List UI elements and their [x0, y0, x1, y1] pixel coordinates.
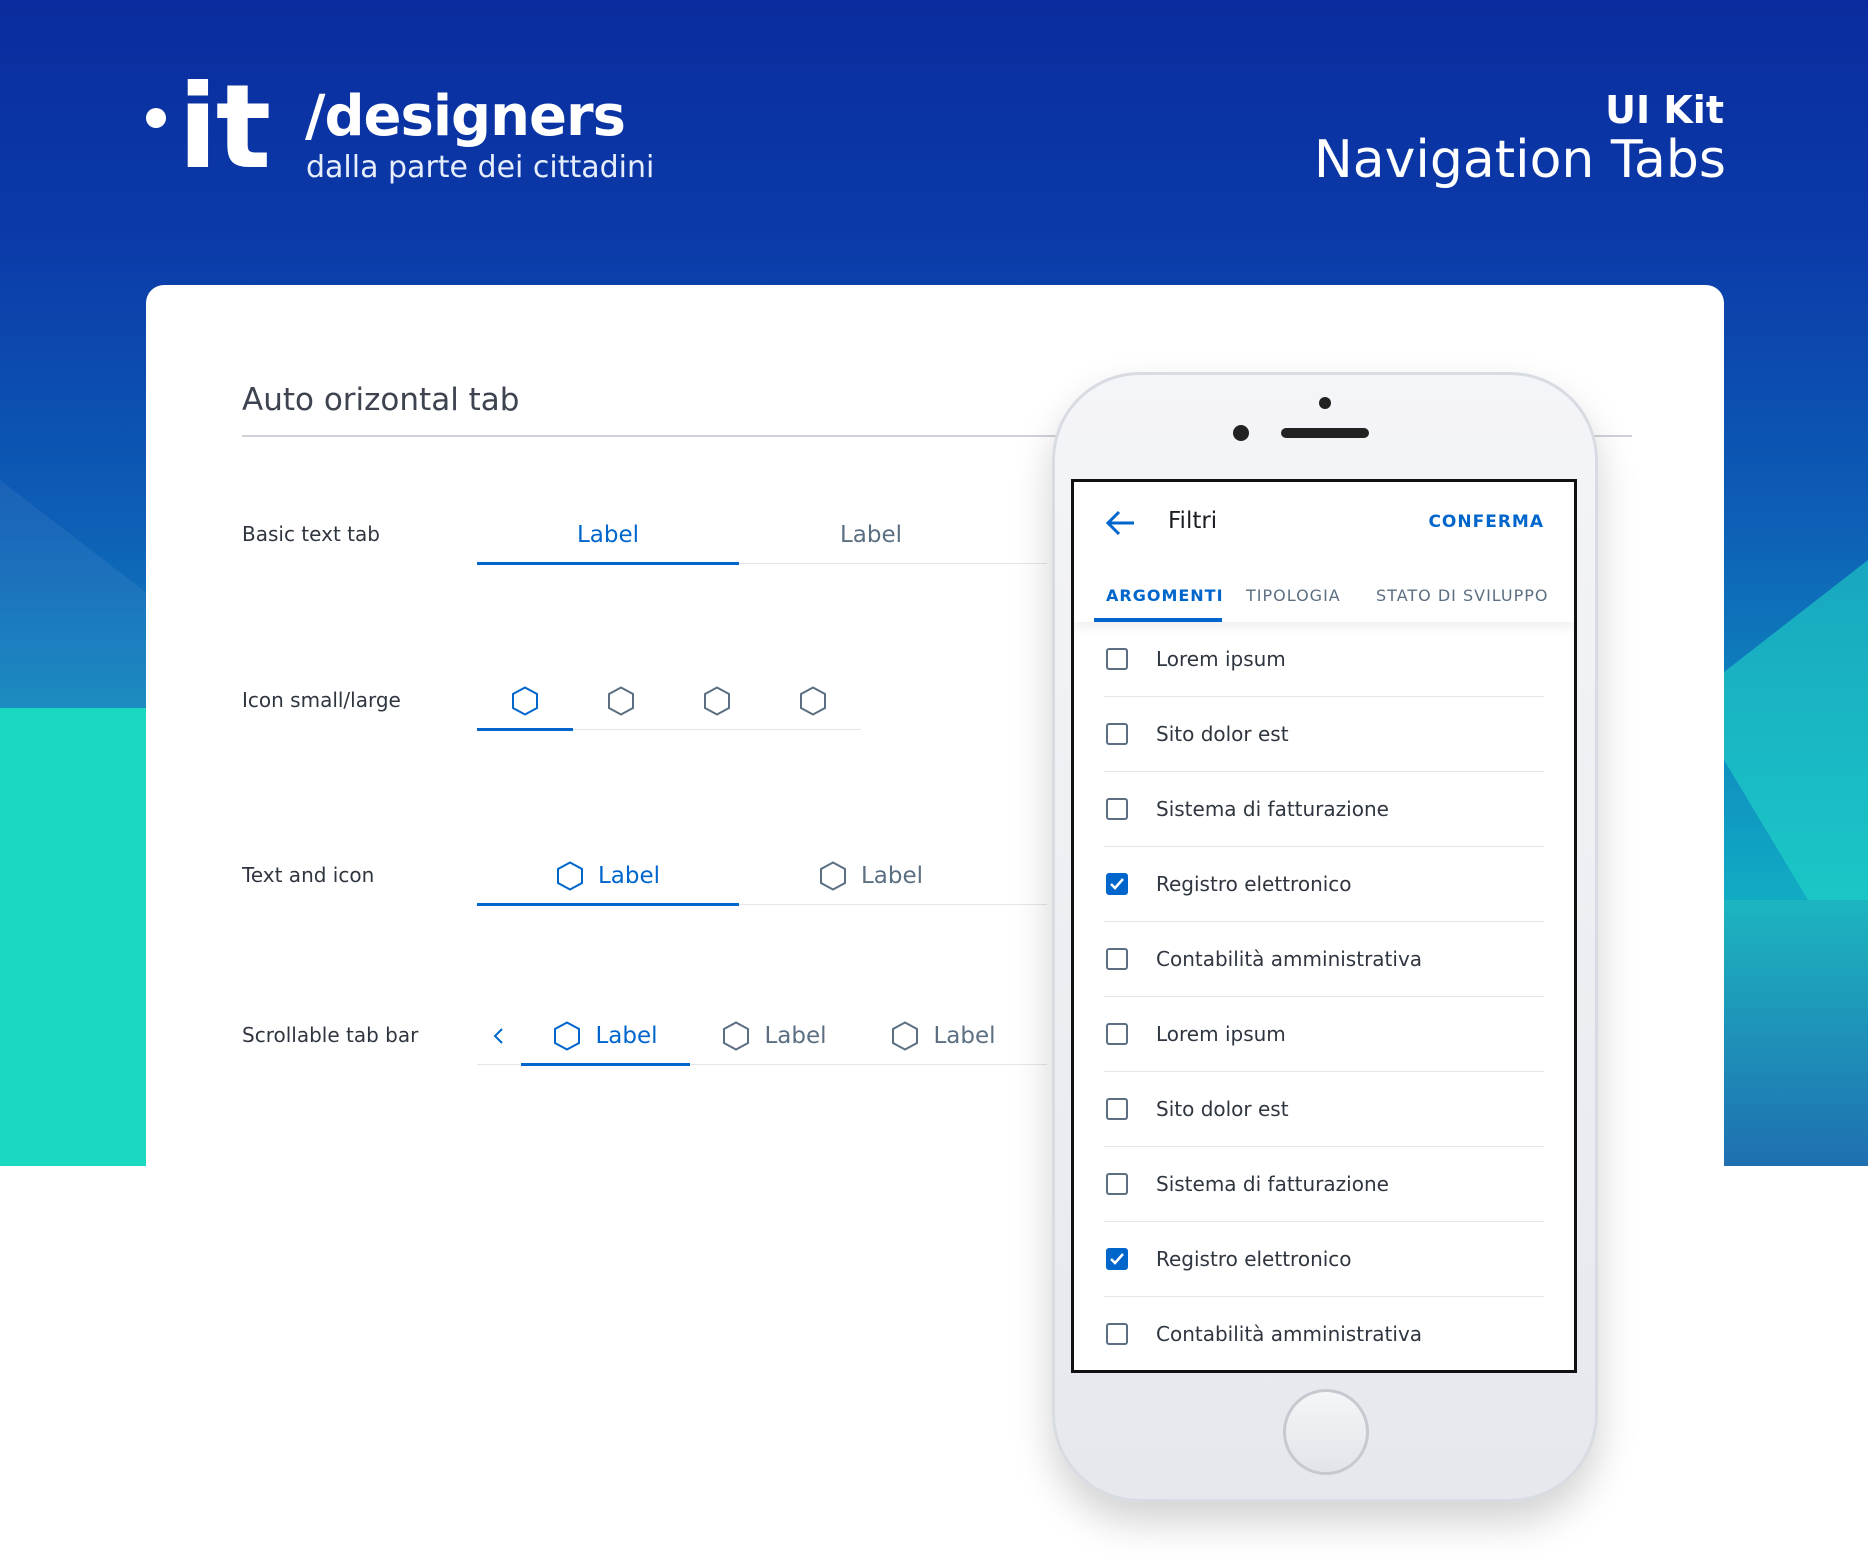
row-label-text-and-icon: Text and icon	[242, 863, 375, 887]
list-item[interactable]: Sistema di fatturazione	[1104, 772, 1544, 847]
checkbox[interactable]	[1106, 1098, 1128, 1120]
scroll-left-button[interactable]	[477, 1008, 521, 1064]
list-item[interactable]: Sito dolor est	[1104, 1072, 1544, 1147]
list-item[interactable]: Lorem ipsum	[1104, 997, 1544, 1072]
list-item[interactable]: Contabilità amministrativa	[1104, 922, 1544, 997]
item-label: Sito dolor est	[1156, 1097, 1289, 1121]
tab-scroll-3[interactable]: Label	[859, 1008, 1028, 1064]
text-icon-tabbar: Label Label	[477, 848, 1047, 906]
row-label-scrollable-tab-bar: Scrollable tab bar	[242, 1023, 419, 1047]
checkbox-checked[interactable]	[1106, 1248, 1128, 1270]
item-label: Registro elettronico	[1156, 1247, 1352, 1271]
item-label: Sistema di fatturazione	[1156, 797, 1389, 821]
row-label-icon-small-large: Icon small/large	[242, 688, 401, 712]
tab-label: Label	[764, 1023, 827, 1049]
icon-tabbar	[477, 673, 861, 731]
list-item[interactable]: Lorem ipsum	[1104, 622, 1544, 697]
phone-camera	[1319, 397, 1331, 409]
list-item[interactable]: Registro elettronico	[1104, 1222, 1544, 1297]
tab-label-1[interactable]: Label	[477, 507, 739, 565]
check-icon	[1110, 1253, 1124, 1265]
hexagon-icon	[553, 1021, 581, 1051]
tab-label: Label	[933, 1023, 996, 1049]
item-label: Contabilità amministrativa	[1156, 1322, 1423, 1346]
checkbox[interactable]	[1106, 1323, 1128, 1345]
logo-text: it	[178, 60, 271, 195]
tab-text-icon-2[interactable]: Label	[739, 848, 1003, 904]
confirm-button[interactable]: CONFERMA	[1428, 512, 1544, 532]
basic-text-tabbar: Label Label	[477, 507, 1047, 565]
tab-tipologia[interactable]: TIPOLOGIA	[1246, 586, 1341, 605]
tab-label: Label	[595, 1023, 658, 1049]
hexagon-icon	[722, 1021, 750, 1051]
checkbox[interactable]	[1106, 648, 1128, 670]
chevron-left-icon	[491, 1026, 507, 1046]
item-label: Sistema di fatturazione	[1156, 1172, 1389, 1196]
list-item[interactable]: Sito dolor est	[1104, 697, 1544, 772]
checkbox[interactable]	[1106, 723, 1128, 745]
page-title: Navigation Tabs	[1313, 130, 1726, 190]
list-item[interactable]: Registro elettronico	[1104, 847, 1544, 922]
list-item[interactable]: Contabilità amministrativa	[1104, 1297, 1544, 1370]
kit-label: UI Kit	[1605, 88, 1724, 132]
hexagon-icon	[607, 686, 635, 716]
phone-sensor	[1233, 425, 1249, 441]
hexagon-icon	[556, 861, 584, 891]
brand-subtitle: dalla parte dei cittadini	[306, 150, 655, 185]
tab-label: Label	[839, 522, 903, 548]
decorative-shape	[0, 708, 147, 1166]
logo-dot	[146, 108, 166, 128]
checkbox[interactable]	[1106, 948, 1128, 970]
tab-icon-2[interactable]	[573, 673, 669, 729]
app-header: Filtri CONFERMA ARGOMENTI TIPOLOGIA STAT…	[1074, 482, 1574, 622]
tab-scroll-2[interactable]: Label	[690, 1008, 859, 1064]
brand-title: /designers	[305, 84, 626, 149]
tab-label: Label	[597, 863, 661, 889]
item-label: Registro elettronico	[1156, 872, 1352, 896]
decorative-shape	[1708, 900, 1868, 1166]
tab-label: Label	[860, 863, 924, 889]
tab-label: Label	[576, 522, 640, 548]
hexagon-icon	[703, 686, 731, 716]
checkbox-checked[interactable]	[1106, 873, 1128, 895]
hexagon-icon	[891, 1021, 919, 1051]
item-label: Contabilità amministrativa	[1156, 947, 1423, 971]
item-label: Lorem ipsum	[1156, 647, 1286, 671]
checkbox[interactable]	[1106, 798, 1128, 820]
tab-icon-1[interactable]	[477, 673, 573, 731]
item-label: Sito dolor est	[1156, 722, 1289, 746]
row-label-basic-text-tab: Basic text tab	[242, 522, 380, 546]
list-item[interactable]: Sistema di fatturazione	[1104, 1147, 1544, 1222]
hexagon-icon	[819, 861, 847, 891]
tab-label-2[interactable]: Label	[739, 507, 1003, 563]
arrow-left-icon[interactable]	[1104, 506, 1138, 540]
checkbox[interactable]	[1106, 1023, 1128, 1045]
phone-screen: Filtri CONFERMA ARGOMENTI TIPOLOGIA STAT…	[1071, 479, 1577, 1373]
tab-scroll-1[interactable]: Label	[521, 1008, 690, 1066]
home-button[interactable]	[1283, 1389, 1369, 1475]
tab-argomenti[interactable]: ARGOMENTI	[1106, 586, 1224, 605]
tab-stato-di-sviluppo[interactable]: STATO DI SVILUPPO	[1376, 586, 1549, 605]
phone-speaker	[1281, 428, 1369, 438]
tab-icon-3[interactable]	[669, 673, 765, 729]
check-icon	[1110, 878, 1124, 890]
checkbox[interactable]	[1106, 1173, 1128, 1195]
section-title: Auto orizontal tab	[242, 382, 520, 418]
tab-text-icon-1[interactable]: Label	[477, 848, 739, 906]
app-title: Filtri	[1168, 508, 1218, 534]
item-label: Lorem ipsum	[1156, 1022, 1286, 1046]
scrollable-tabbar: Label Label Label	[477, 1008, 1047, 1066]
hexagon-icon	[511, 686, 539, 716]
hexagon-icon	[799, 686, 827, 716]
filter-list: Lorem ipsum Sito dolor est Sistema di fa…	[1104, 622, 1544, 1370]
phone-mockup: Filtri CONFERMA ARGOMENTI TIPOLOGIA STAT…	[1052, 372, 1598, 1502]
tab-icon-4[interactable]	[765, 673, 861, 729]
